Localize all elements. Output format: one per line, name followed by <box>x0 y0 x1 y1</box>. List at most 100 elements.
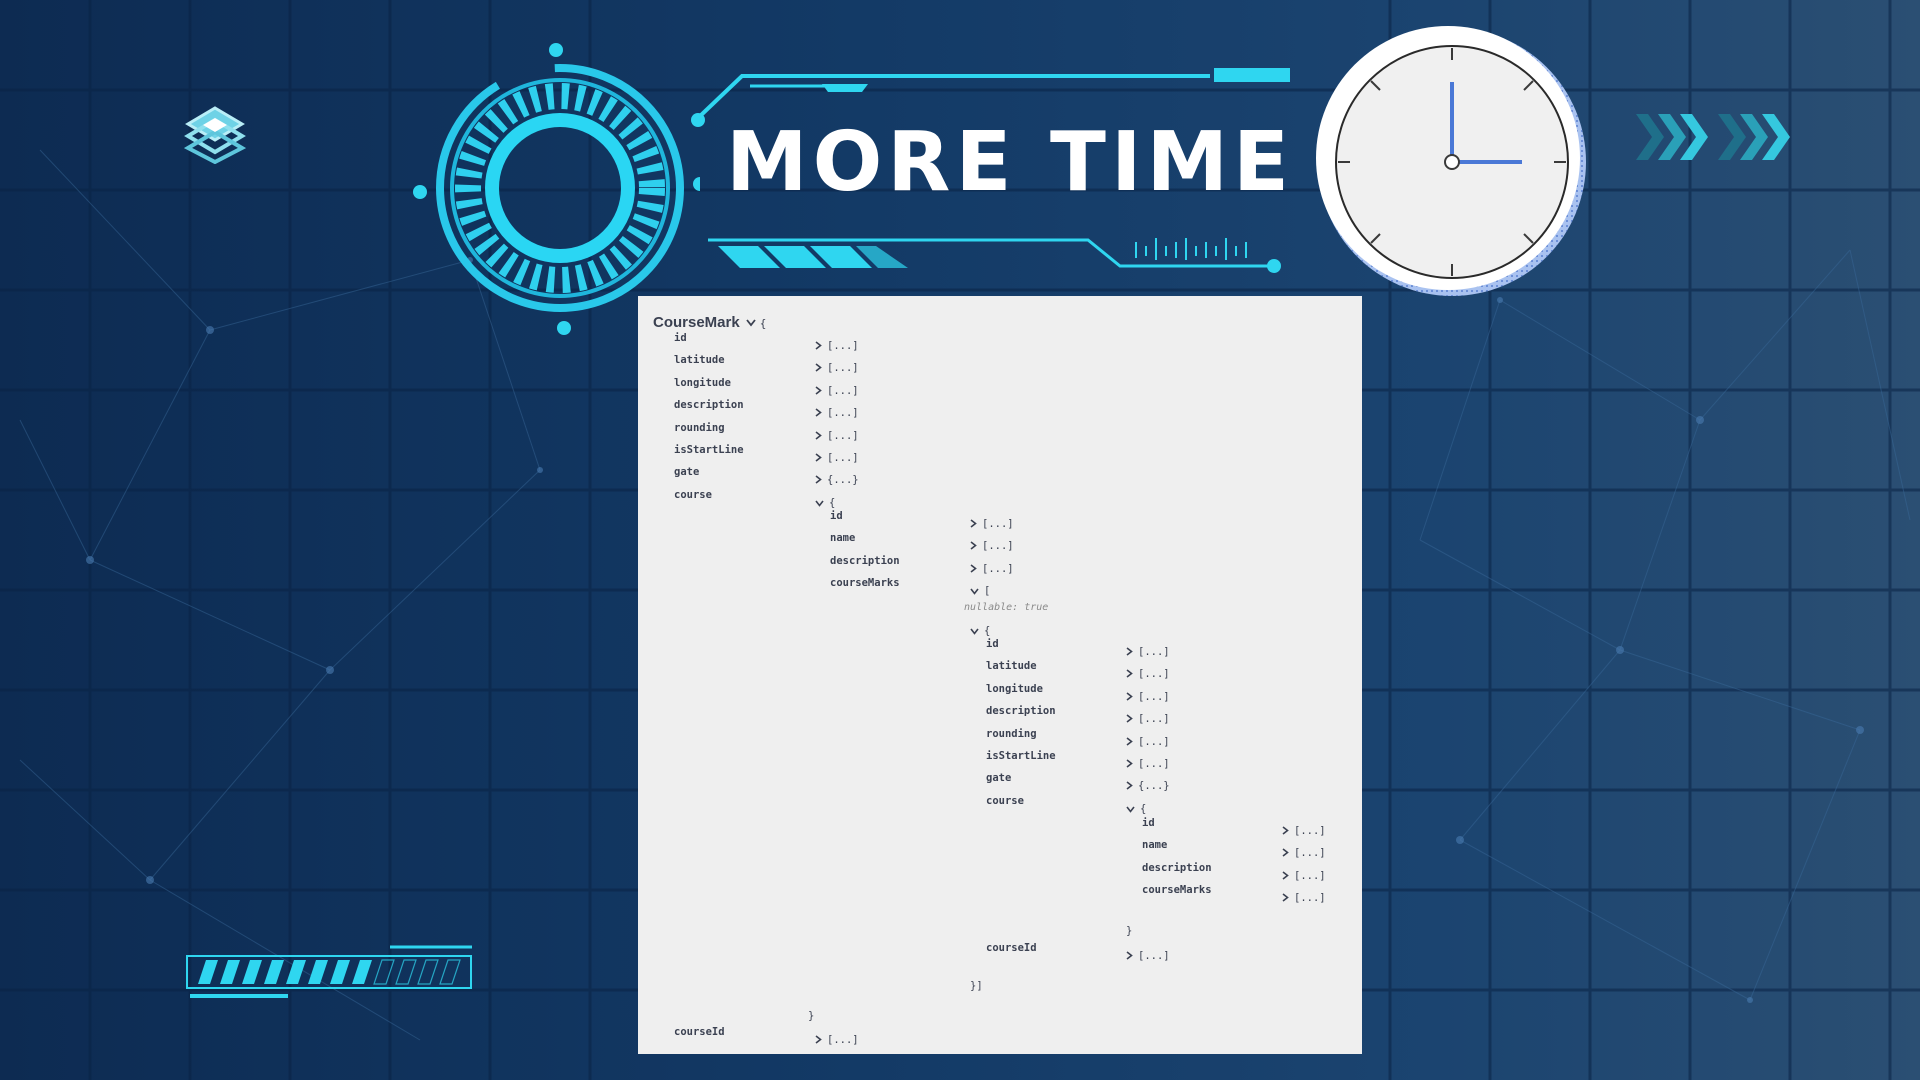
property-expand-toggle[interactable]: [...] <box>970 539 1014 553</box>
chevron-right-icon <box>970 563 982 575</box>
property-value: [...] <box>982 562 1014 575</box>
chevron-right-icon <box>815 340 827 352</box>
stacked-layers-icon <box>184 106 246 164</box>
property-value: { <box>1140 802 1147 815</box>
schema-title[interactable]: CourseMark { <box>653 314 766 331</box>
chevron-right-icon <box>970 518 982 530</box>
bottom-tech-lines <box>708 238 1281 273</box>
property-name: courseId <box>674 1026 725 1038</box>
property-name: description <box>830 554 900 567</box>
chevron-down-icon <box>1126 803 1140 815</box>
clock-icon <box>1316 26 1586 296</box>
property-expanded-toggle[interactable]: [ <box>970 584 990 598</box>
property-expand-toggle[interactable]: [...] <box>1126 949 1170 963</box>
property-name: courseMarks <box>830 577 900 590</box>
chevron-right-icon <box>815 385 827 397</box>
property-value: { <box>829 496 836 509</box>
open-brace: { <box>759 317 767 330</box>
property-value: [...] <box>1294 825 1326 837</box>
bar-segment-empty <box>395 959 417 985</box>
property-expand-toggle[interactable]: {...} <box>815 473 859 487</box>
property-expanded-toggle[interactable]: { <box>815 496 835 510</box>
chevron-right-icon <box>1126 668 1138 680</box>
property-value: {...} <box>1138 780 1170 793</box>
property-value: [...] <box>827 362 859 375</box>
property-expand-toggle[interactable]: [...] <box>1126 757 1170 771</box>
property-expand-toggle[interactable]: [...] <box>815 429 859 443</box>
property-expand-toggle[interactable]: [...] <box>815 406 859 420</box>
property-expand-toggle[interactable]: [...] <box>1282 869 1326 883</box>
property-value: [...] <box>827 429 859 442</box>
chevron-right-icon <box>1126 646 1138 658</box>
property-expand-toggle[interactable]: [...] <box>1126 667 1170 681</box>
chevron-down-icon <box>970 625 984 637</box>
chevron-right-icon <box>1126 950 1138 962</box>
property-name: latitude <box>674 354 725 367</box>
close-brace: } <box>808 1010 815 1022</box>
property-expand-toggle[interactable]: [...] <box>815 339 859 353</box>
property-expand-toggle[interactable]: {...} <box>1126 779 1170 793</box>
nullable-note: nullable: true <box>964 602 1049 613</box>
chevrons-right-icon <box>1636 114 1790 160</box>
chevron-right-icon <box>1282 870 1294 882</box>
property-expand-toggle[interactable]: [...] <box>970 517 1014 531</box>
property-expand-toggle[interactable]: [...] <box>815 361 859 375</box>
property-expand-toggle[interactable]: [...] <box>1126 735 1170 749</box>
property-expand-toggle[interactable]: [...] <box>1282 824 1326 838</box>
property-name: name <box>830 532 856 545</box>
property-expand-toggle[interactable]: [...] <box>1282 891 1326 905</box>
property-name: longitude <box>986 682 1043 695</box>
property-value: [...] <box>1294 892 1326 905</box>
property-name: id <box>986 638 999 650</box>
property-value: [...] <box>982 518 1014 530</box>
page-title: MORE TIME <box>726 115 1295 210</box>
chevron-right-icon <box>1126 736 1138 748</box>
chevron-right-icon <box>815 1034 827 1046</box>
property-expand-toggle[interactable]: [...] <box>815 451 859 465</box>
close-brace: } <box>1126 925 1133 937</box>
property-value: [...] <box>827 407 859 420</box>
open-brace: { <box>984 625 991 637</box>
property-expanded-toggle[interactable]: { <box>1126 802 1146 816</box>
property-name: rounding <box>674 421 725 434</box>
tech-ring-icon <box>413 43 700 335</box>
property-name: course <box>986 794 1024 807</box>
property-value: [...] <box>1138 735 1170 748</box>
property-value: [...] <box>982 540 1014 553</box>
property-expand-toggle[interactable]: [...] <box>815 1033 859 1047</box>
array-item-toggle[interactable]: { <box>970 624 990 638</box>
property-expand-toggle[interactable]: [...] <box>1126 690 1170 704</box>
property-value: [...] <box>1138 668 1170 681</box>
property-value: [...] <box>1138 950 1170 962</box>
property-value: [...] <box>1138 713 1170 726</box>
chevron-right-icon <box>1126 691 1138 703</box>
property-name: name <box>1142 839 1168 852</box>
property-name: id <box>1142 817 1155 829</box>
property-name: gate <box>674 466 700 479</box>
property-expand-toggle[interactable]: [...] <box>1126 712 1170 726</box>
property-value: [ <box>984 585 991 598</box>
property-name: course <box>674 488 712 501</box>
property-name: isStartLine <box>674 444 744 456</box>
chevron-right-icon <box>1282 892 1294 904</box>
chevron-down-icon <box>970 585 984 597</box>
property-expand-toggle[interactable]: [...] <box>1126 645 1170 659</box>
property-name: description <box>986 705 1056 718</box>
bar-segment-filled <box>198 960 218 984</box>
loading-bar <box>186 945 472 998</box>
property-value: [...] <box>827 452 859 464</box>
property-expand-toggle[interactable]: [...] <box>815 384 859 398</box>
chevron-right-icon <box>1282 847 1294 859</box>
bar-segment-filled <box>220 960 240 984</box>
chevron-right-icon <box>815 407 827 419</box>
chevron-right-icon <box>815 474 827 486</box>
bar-segment-empty <box>373 959 395 985</box>
schema-title-label: CourseMark <box>653 314 740 331</box>
property-expand-toggle[interactable]: [...] <box>970 562 1014 576</box>
bar-segment-filled <box>286 960 306 984</box>
property-value: [...] <box>827 1034 859 1046</box>
property-expand-toggle[interactable]: [...] <box>1282 846 1326 860</box>
property-value: [...] <box>1294 869 1326 882</box>
property-name: longitude <box>674 376 731 389</box>
bar-segment-filled <box>242 960 262 984</box>
